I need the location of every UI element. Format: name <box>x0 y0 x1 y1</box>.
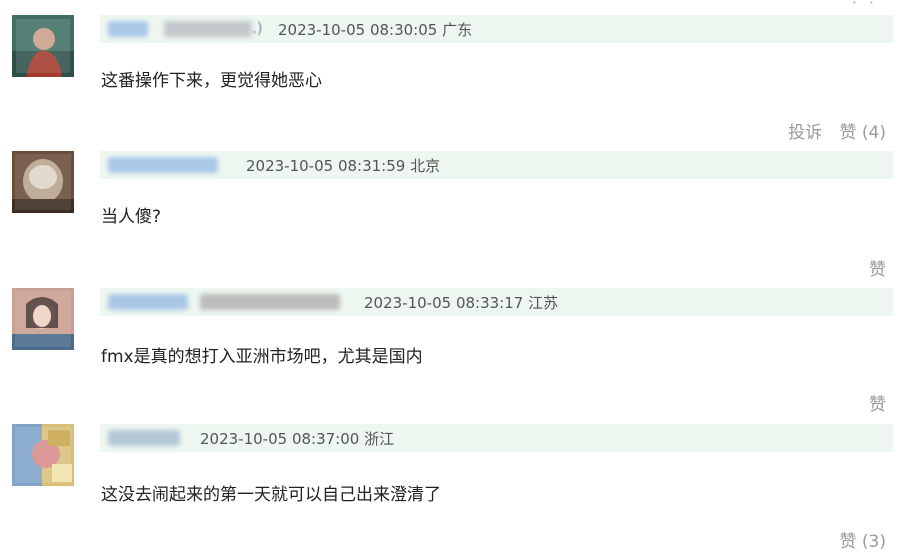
comment-header: 2023-10-05 08:33:17 江苏 <box>100 288 893 316</box>
comment-meta: 2023-10-05 08:37:00 浙江 <box>200 428 394 449</box>
comment-location: 浙江 <box>364 430 395 448</box>
comment-text: 这没去闹起来的第一天就可以自己出来澄清了 <box>101 485 441 505</box>
comment-text: fmx是真的想打入亚洲市场吧，尤其是国内 <box>101 347 423 367</box>
avatar[interactable] <box>12 288 74 350</box>
comment-item: .) 2023-10-05 08:30:05 广东 这番操作下来，更觉得她恶心 … <box>0 0 900 143</box>
comment-location: 广东 <box>442 21 473 39</box>
avatar[interactable] <box>12 424 74 486</box>
username-redacted[interactable] <box>200 294 340 310</box>
like-button[interactable]: 赞 (3) <box>840 527 886 552</box>
comment-header: 2023-10-05 08:37:00 浙江 <box>100 424 893 452</box>
comment-text: 当人傻? <box>101 207 162 227</box>
username-tail: .) <box>252 19 263 37</box>
comment-item: 2023-10-05 08:37:00 浙江 这没去闹起来的第一天就可以自己出来… <box>0 411 900 552</box>
comment-datetime: 2023-10-05 08:33:17 <box>364 294 524 312</box>
username-redacted[interactable] <box>164 21 252 37</box>
comment-item: 2023-10-05 08:31:59 北京 当人傻? 赞 <box>0 137 900 280</box>
comment-header: 2023-10-05 08:31:59 北京 <box>100 151 893 179</box>
avatar[interactable] <box>12 15 74 77</box>
comment-datetime: 2023-10-05 08:37:00 <box>200 430 360 448</box>
comment-text: 这番操作下来，更觉得她恶心 <box>101 71 322 91</box>
comment-meta: 2023-10-05 08:31:59 北京 <box>246 155 440 176</box>
comment-datetime: 2023-10-05 08:31:59 <box>246 157 406 175</box>
comment-actions: 赞 (3) <box>840 527 886 552</box>
comment-item: 2023-10-05 08:33:17 江苏 fmx是真的想打入亚洲市场吧，尤其… <box>0 274 900 415</box>
comment-meta: 2023-10-05 08:30:05 广东 <box>278 19 472 40</box>
comment-location: 北京 <box>410 157 441 175</box>
username-redacted[interactable] <box>108 294 188 310</box>
comment-meta: 2023-10-05 08:33:17 江苏 <box>364 292 558 313</box>
comment-header: .) 2023-10-05 08:30:05 广东 <box>100 15 893 43</box>
comment-datetime: 2023-10-05 08:30:05 <box>278 21 438 39</box>
username-redacted[interactable] <box>108 430 180 446</box>
avatar[interactable] <box>12 151 74 213</box>
username-redacted[interactable] <box>108 157 218 173</box>
username-redacted[interactable] <box>108 21 148 37</box>
comment-location: 江苏 <box>528 294 559 312</box>
